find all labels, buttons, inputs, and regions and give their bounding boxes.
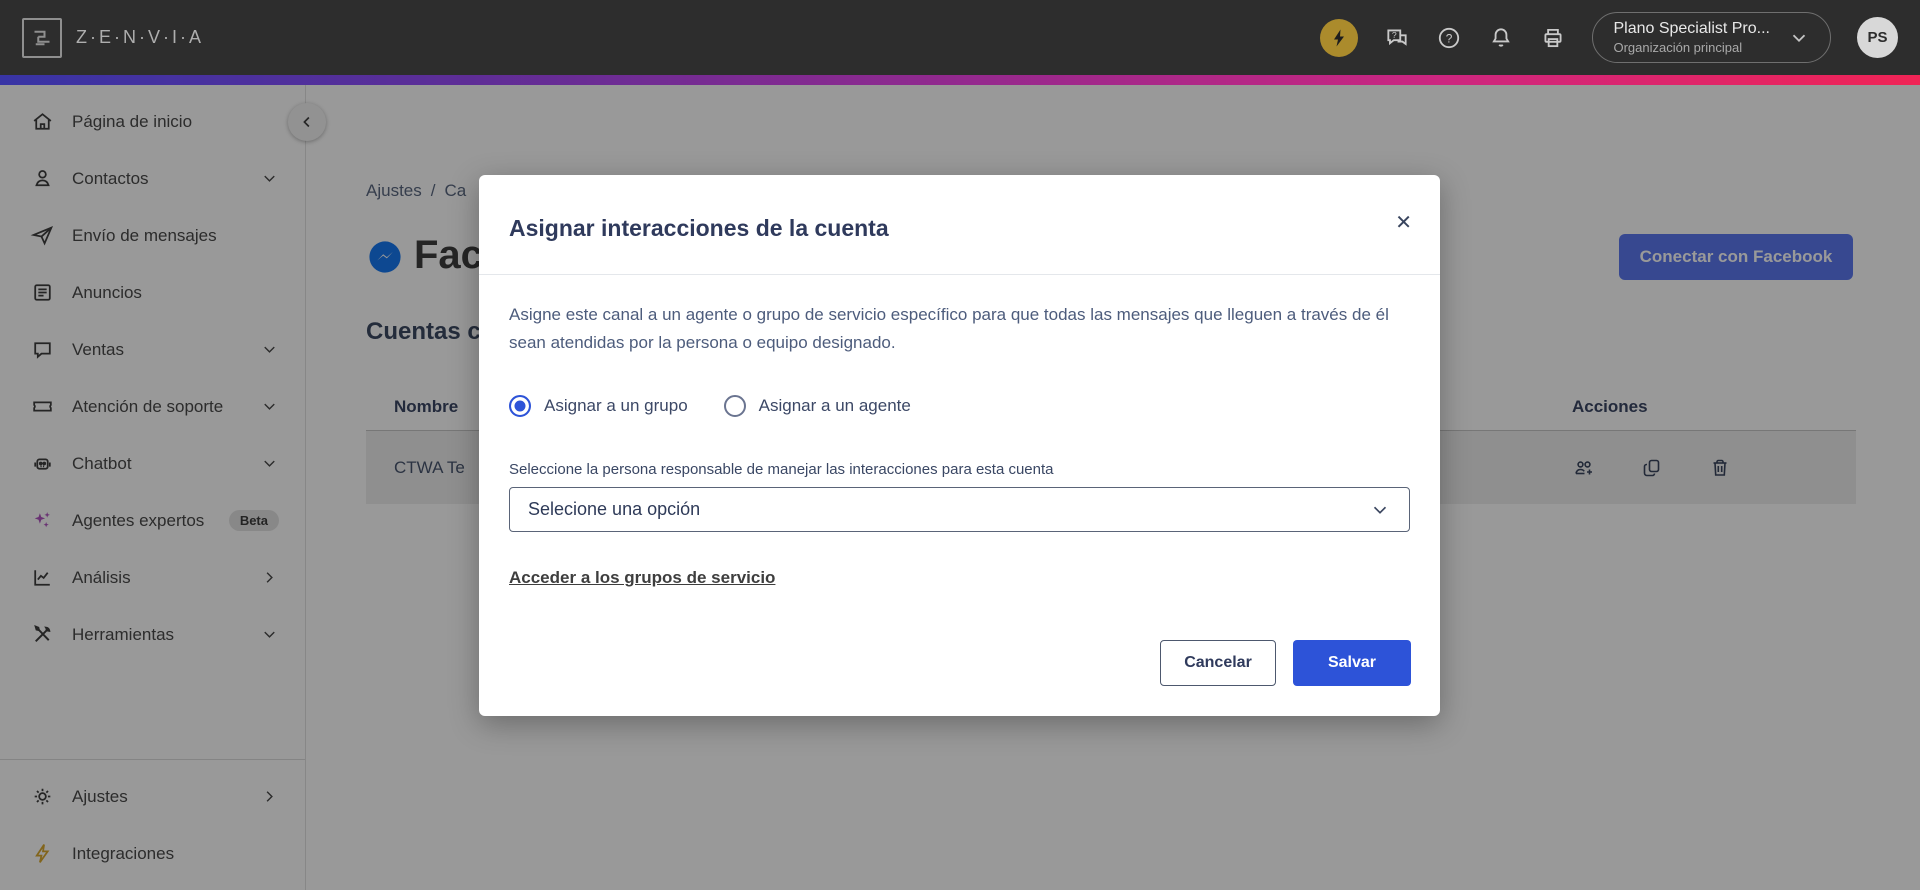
boost-lightning-icon[interactable] [1320, 18, 1359, 57]
topbar: Z·E·N·V·I·A ? ? Plano Specialist Pro... … [0, 0, 1920, 75]
radio-assign-group[interactable]: Asignar a un grupo [509, 395, 688, 418]
select-placeholder: Selecione una opción [528, 499, 701, 520]
assign-interactions-modal: Asignar interacciones de la cuenta ✕ Asi… [479, 175, 1440, 716]
cancel-button[interactable]: Cancelar [1160, 640, 1276, 686]
chevron-down-icon [1369, 499, 1391, 521]
print-icon[interactable] [1540, 25, 1566, 51]
svg-text:?: ? [1392, 30, 1397, 40]
service-groups-link[interactable]: Acceder a los grupos de servicio [509, 568, 775, 588]
notifications-bell-icon[interactable] [1488, 25, 1514, 51]
radio-agent-label: Asignar a un agente [758, 396, 911, 416]
assignment-radio-group: Asignar a un grupo Asignar a un agente [509, 395, 1410, 418]
plan-selector[interactable]: Plano Specialist Pro... Organización pri… [1592, 12, 1831, 63]
modal-title: Asignar interacciones de la cuenta [509, 215, 889, 241]
support-chat-icon[interactable]: ? [1384, 25, 1410, 51]
svg-text:?: ? [1446, 31, 1453, 45]
chevron-down-icon [1788, 27, 1810, 49]
close-icon[interactable]: ✕ [1395, 213, 1412, 233]
plan-title: Plano Specialist Pro... [1613, 20, 1770, 37]
zenvia-brand: Z·E·N·V·I·A [22, 17, 204, 58]
save-button[interactable]: Salvar [1293, 640, 1411, 686]
topbar-actions: ? ? Plano Specialist Pro... Organización… [1320, 12, 1898, 63]
app-root: Z·E·N·V·I·A ? ? Plano Specialist Pro... … [0, 0, 1920, 890]
user-avatar[interactable]: PS [1857, 17, 1898, 58]
plan-text: Plano Specialist Pro... Organización pri… [1613, 20, 1770, 55]
modal-description: Asigne este canal a un agente o grupo de… [509, 305, 1389, 353]
radio-selected-icon[interactable] [509, 395, 531, 418]
radio-unselected-icon[interactable] [723, 395, 746, 418]
modal-header: Asignar interacciones de la cuenta ✕ [479, 175, 1440, 274]
modal-body: Asigne este canal a un agente o grupo de… [479, 275, 1440, 588]
accent-gradient-bar [0, 75, 1920, 85]
plan-subtitle: Organización principal [1613, 40, 1743, 55]
help-icon[interactable]: ? [1436, 25, 1462, 51]
modal-buttons: Cancelar Salvar [1160, 640, 1411, 686]
responsible-select[interactable]: Selecione una opción [509, 487, 1410, 533]
responsible-select-label: Seleccione la persona responsable de man… [509, 461, 1054, 479]
radio-group-label: Asignar a un grupo [544, 396, 688, 416]
radio-assign-agent[interactable]: Asignar a un agente [723, 395, 911, 418]
zenvia-logo-icon [22, 17, 62, 58]
brand-name: Z·E·N·V·I·A [76, 27, 204, 47]
